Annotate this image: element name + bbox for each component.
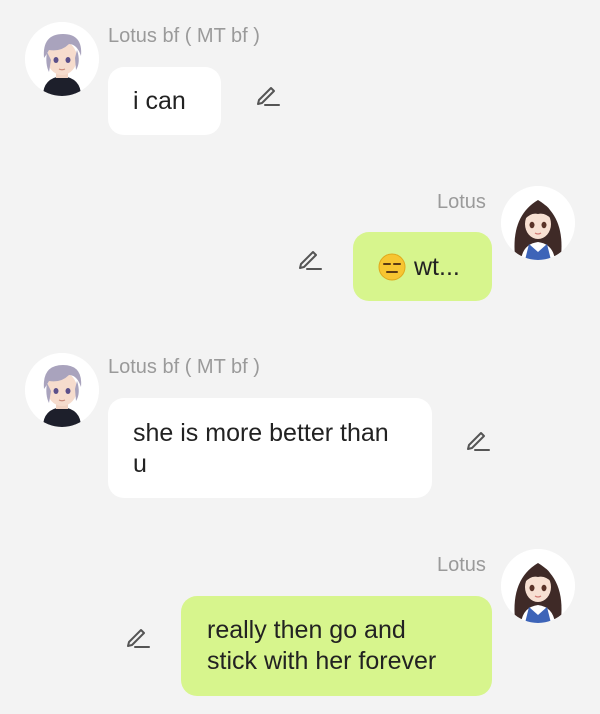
message-text: wt... (414, 253, 460, 281)
avatar-lotus-bf[interactable] (25, 353, 99, 427)
sender-name: Lotus bf ( MT bf ) (108, 356, 260, 378)
boy-avatar-icon (25, 22, 99, 96)
pencil-edit-icon[interactable] (122, 622, 152, 652)
message-bubble[interactable]: she is more better than u (108, 398, 432, 498)
message-text: she is more better than (133, 419, 389, 447)
pencil-edit-icon[interactable] (252, 80, 282, 110)
sender-name: Lotus bf ( MT bf ) (108, 25, 260, 47)
message-bubble[interactable]: wt... (353, 232, 492, 301)
boy-avatar-icon (25, 353, 99, 427)
avatar-lotus[interactable] (501, 549, 575, 623)
avatar-lotus[interactable] (501, 186, 575, 260)
message-text: really then go and (207, 616, 406, 644)
avatar-lotus-bf[interactable] (25, 22, 99, 96)
message-text: u (133, 450, 147, 478)
sender-name: Lotus (437, 554, 486, 576)
girl-avatar-icon (501, 549, 575, 623)
message-bubble[interactable]: i can (108, 67, 221, 135)
message-text: stick with her forever (207, 647, 437, 675)
message-bubble[interactable]: really then go and stick with her foreve… (181, 596, 492, 696)
message-text: i can (133, 87, 186, 115)
girl-avatar-icon (501, 186, 575, 260)
expressionless-face-icon (378, 253, 406, 281)
pencil-edit-icon[interactable] (294, 244, 324, 274)
sender-name: Lotus (437, 191, 486, 213)
pencil-edit-icon[interactable] (462, 425, 492, 455)
